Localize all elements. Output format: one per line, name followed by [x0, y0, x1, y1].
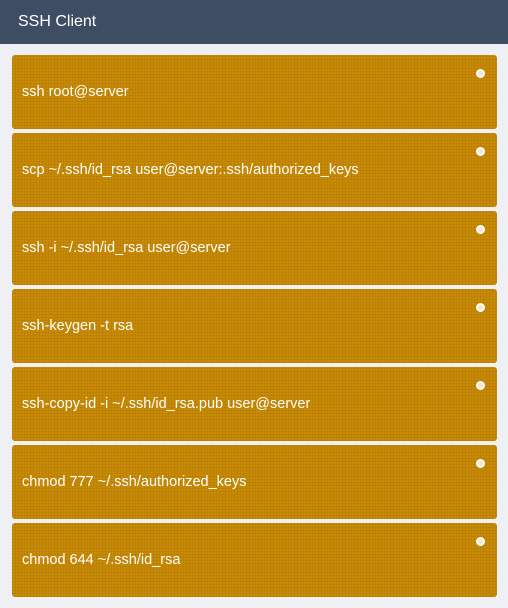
drag-handle-icon[interactable] — [476, 381, 485, 390]
command-item-ssh-copy-id[interactable]: ssh-copy-id -i ~/.ssh/id_rsa.pub user@se… — [12, 367, 497, 441]
drag-handle-icon[interactable] — [476, 69, 485, 78]
title-bar: SSH Client — [0, 0, 508, 44]
command-label: ssh -i ~/.ssh/id_rsa user@server — [22, 240, 231, 256]
command-label: ssh-keygen -t rsa — [22, 318, 134, 334]
command-item-ssh-keygen[interactable]: ssh-keygen -t rsa — [12, 289, 497, 363]
command-item-scp[interactable]: scp ~/.ssh/id_rsa user@server:.ssh/autho… — [12, 133, 497, 207]
command-item-ssh-root[interactable]: ssh root@server — [12, 55, 497, 129]
drag-handle-icon[interactable] — [476, 225, 485, 234]
command-label: chmod 777 ~/.ssh/authorized_keys — [22, 474, 247, 490]
command-item-chmod-644[interactable]: chmod 644 ~/.ssh/id_rsa — [12, 523, 497, 597]
drag-handle-icon[interactable] — [476, 459, 485, 468]
ssh-client-window: SSH Client ssh root@server scp ~/.ssh/id… — [0, 0, 508, 608]
command-label: ssh-copy-id -i ~/.ssh/id_rsa.pub user@se… — [22, 396, 311, 412]
command-list: ssh root@server scp ~/.ssh/id_rsa user@s… — [12, 55, 497, 597]
drag-handle-icon[interactable] — [476, 303, 485, 312]
drag-handle-icon[interactable] — [476, 147, 485, 156]
command-label: ssh root@server — [22, 84, 129, 100]
command-item-ssh-identity[interactable]: ssh -i ~/.ssh/id_rsa user@server — [12, 211, 497, 285]
command-label: chmod 644 ~/.ssh/id_rsa — [22, 552, 181, 568]
command-label: scp ~/.ssh/id_rsa user@server:.ssh/autho… — [22, 162, 359, 178]
command-item-chmod-777[interactable]: chmod 777 ~/.ssh/authorized_keys — [12, 445, 497, 519]
window-title: SSH Client — [18, 13, 97, 30]
drag-handle-icon[interactable] — [476, 537, 485, 546]
